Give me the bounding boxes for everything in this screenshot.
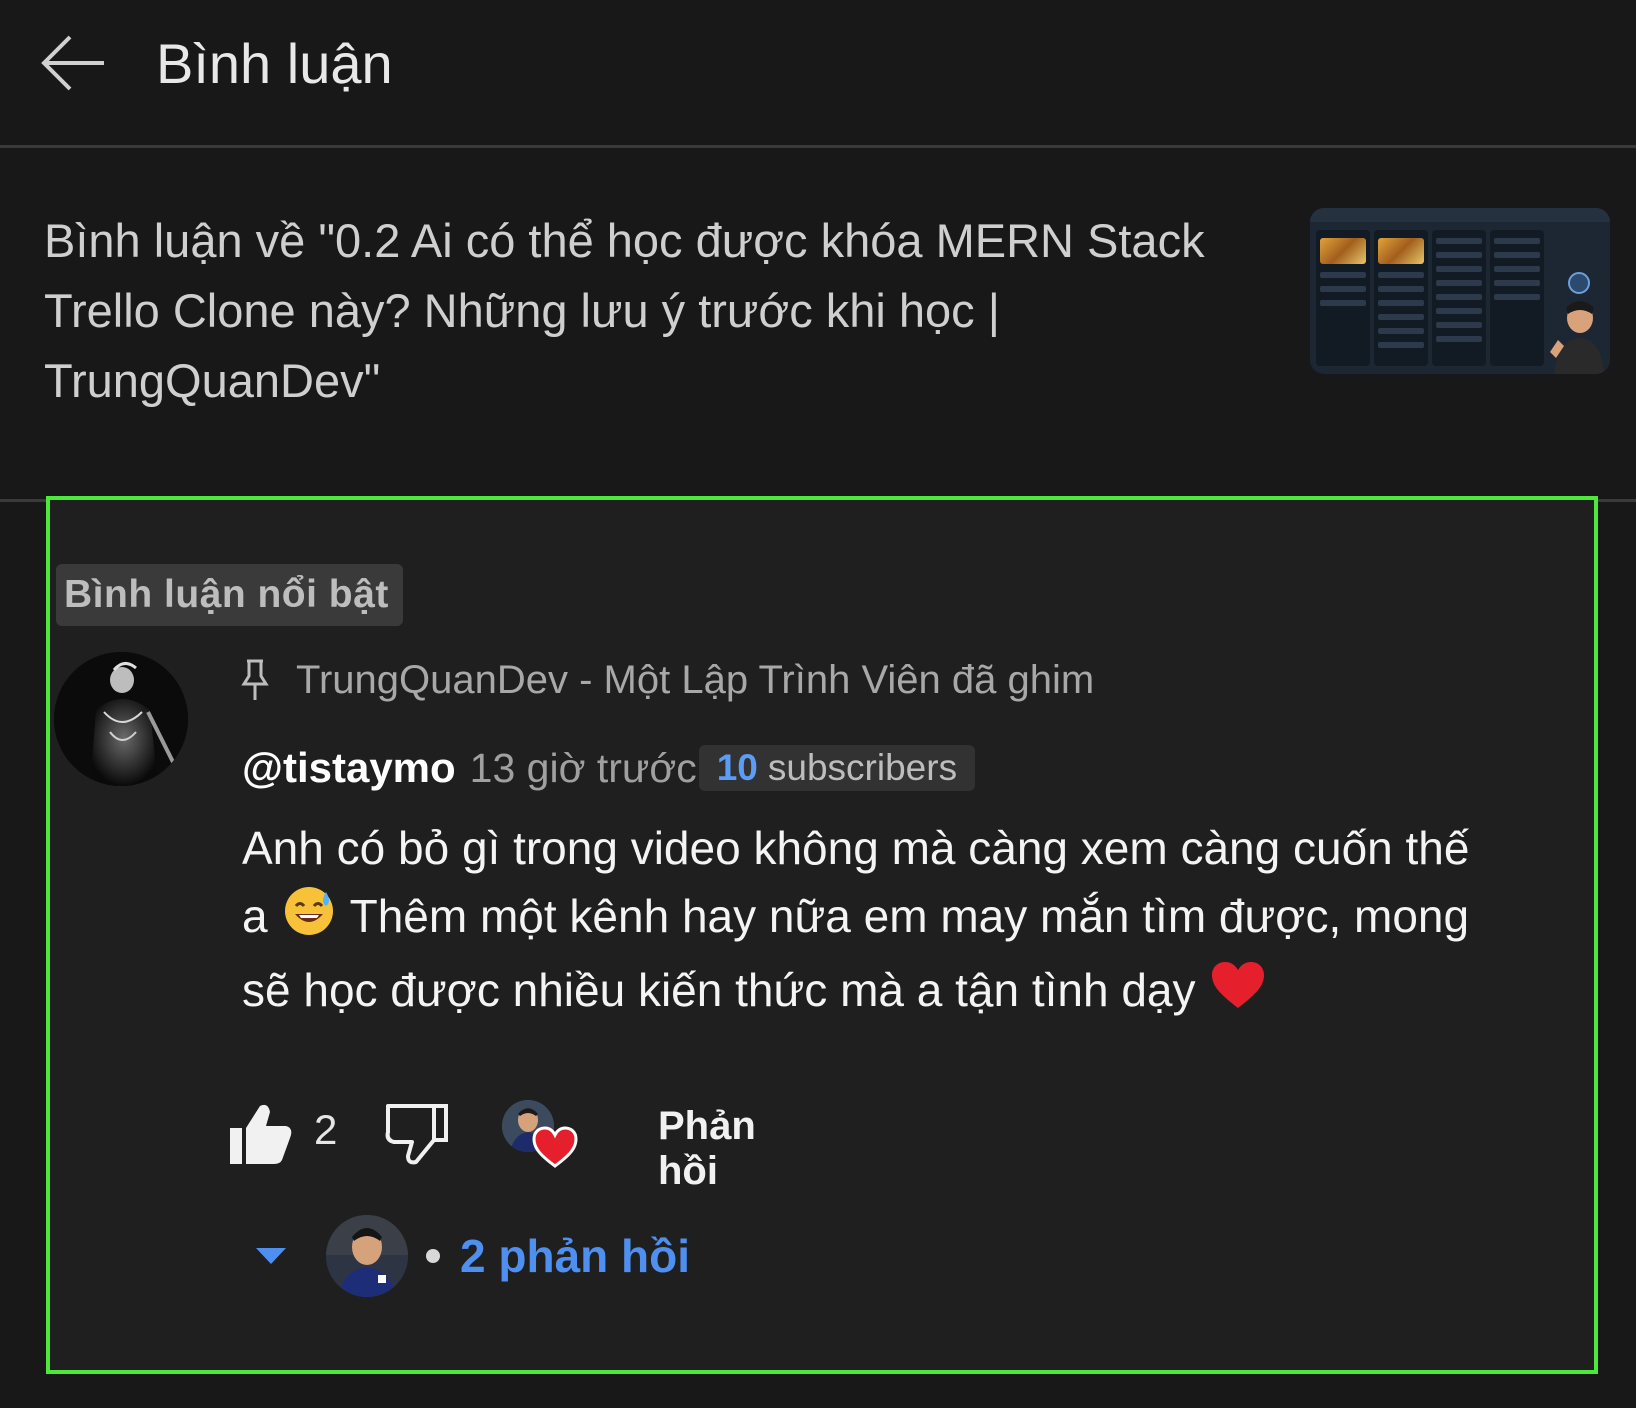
thumbnail-card [1436,280,1482,286]
thumbs-up-icon [230,1104,292,1164]
thumbnail-card [1436,238,1482,244]
thumbnail-card-image [1320,238,1366,264]
thumbnail-card-image [1378,238,1424,264]
thumbnail-card [1436,266,1482,272]
like-button[interactable] [228,1102,294,1166]
thumbnail-card [1436,308,1482,314]
separator-dot [426,1249,440,1263]
thumbnail-column [1374,230,1428,366]
pin-icon [241,659,269,700]
thumbnail-card [1436,336,1482,342]
comment-meta: @tistaymo 13 giờ trước 10 subscribers [242,740,976,796]
creator-heart [502,1100,580,1174]
page-title: Bình luận [156,32,393,95]
comment-body: Anh có bỏ gì trong video không mà càng x… [242,814,1472,1028]
replies-count[interactable]: 2 phản hồi [460,1229,690,1283]
thumbnail-card [1494,252,1540,258]
video-info: Bình luận về "0.2 Ai có thể học được khó… [0,148,1636,502]
video-thumbnail[interactable] [1310,208,1610,374]
thumbnail-card [1436,252,1482,258]
featured-comment-label: Bình luận nổi bật [56,564,403,626]
thumbnail-card [1378,300,1424,306]
subscriber-label: subscribers [767,747,958,788]
thumbnail-card [1436,294,1482,300]
comments-header: Bình luận [0,0,1636,148]
thumbnail-person-image [1550,301,1604,374]
thumbnail-column [1490,230,1544,366]
pinned-by-text: TrungQuanDev - Một Lập Trình Viên đã ghi… [296,657,1095,702]
heart-emoji-icon [1210,960,1266,1028]
thumbnail-card [1494,266,1540,272]
comments-page: Bình luận Bình luận về "0.2 Ai có thể họ… [0,0,1636,1408]
subscriber-badge: 10 subscribers [698,745,976,791]
thumbnail-card [1494,294,1540,300]
thumbnail-card [1378,328,1424,334]
pinned-indicator: TrungQuanDev - Một Lập Trình Viên đã ghi… [240,650,1094,710]
thumbnail-card [1378,272,1424,278]
thumbnail-card [1378,286,1424,292]
thumbs-down-icon [385,1104,448,1165]
comment-text-part2: Thêm một kênh hay nữa em may mắn tìm đượ… [242,890,1470,1016]
thumbnail-card [1378,314,1424,320]
caret-down-icon [256,1248,286,1264]
comment-author[interactable]: @tistaymo [242,744,456,792]
thumbnail-column [1316,230,1370,366]
video-title: Bình luận về "0.2 Ai có thể học được khó… [44,214,1205,407]
arrow-left-icon [41,35,104,91]
samurai-avatar-image [54,652,188,786]
thumbnail-card [1494,280,1540,286]
view-replies-button[interactable]: 2 phản hồi [254,1214,690,1298]
thumbnail-card [1320,286,1366,292]
thumbnail-card [1436,322,1482,328]
thumbnail-logo-icon [1568,272,1590,294]
thumbnail-card [1320,300,1366,306]
reply-avatar [326,1215,408,1297]
heart-icon [532,1126,578,1168]
thumbnail-topbar [1310,208,1610,222]
like-count: 2 [314,1106,338,1153]
subscriber-count: 10 [716,747,758,788]
featured-comment: Bình luận nổi bật TrungQuanDev - Một Lập… [46,496,1598,1374]
thumbnail-card [1320,272,1366,278]
sweat-smile-emoji-icon [282,884,336,956]
thumbnail-card [1494,238,1540,244]
reply-button[interactable]: Phản hồi [658,1104,756,1194]
avatar[interactable] [54,652,188,786]
thumbnail-card [1378,342,1424,348]
comment-time: 13 giờ trước [469,744,697,791]
thumbnail-column [1432,230,1486,366]
back-button[interactable] [38,30,110,96]
dislike-button[interactable] [384,1102,450,1166]
